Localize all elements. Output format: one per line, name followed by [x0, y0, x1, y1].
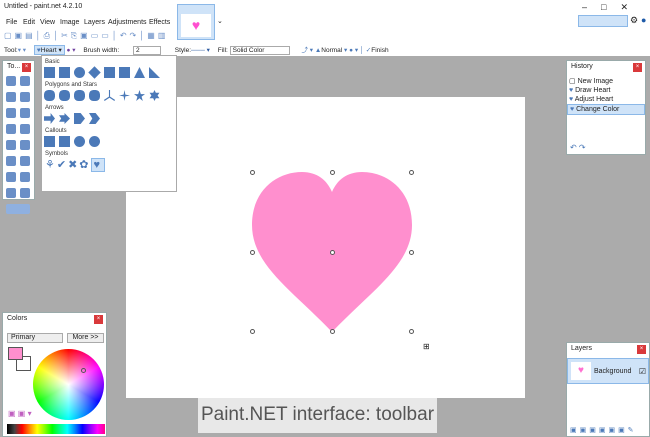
history-item[interactable]: ♥ Draw Heart [567, 86, 645, 95]
layer-thumbnail: ♥ [571, 362, 591, 380]
window-controls[interactable]: –□✕ [582, 2, 642, 13]
top-chrome: Untitled - paint.net 4.2.10 –□✕ File Edi… [0, 0, 650, 56]
fill-label: Fill: [217, 47, 228, 54]
undo-redo-icons[interactable]: ↶ ↷ [570, 143, 586, 152]
menu-edit[interactable]: Edit [23, 19, 35, 26]
section-polygons: Polygons and Stars [45, 82, 98, 88]
heart-shape-option[interactable]: ♥ [90, 158, 106, 172]
history-item-selected[interactable]: ♥ Change Color [567, 104, 645, 115]
handle[interactable] [409, 250, 414, 255]
section-symbols: Symbols [45, 151, 69, 157]
panel-toggles[interactable] [578, 15, 628, 27]
brush-width-input[interactable]: 2 [132, 46, 161, 55]
chevron-down-icon[interactable]: ⌄ [217, 17, 223, 25]
gear-icon[interactable]: ⚙ [630, 15, 638, 26]
history-item-label: Draw Heart [575, 87, 611, 94]
history-item[interactable]: ♥ Adjust Heart [567, 95, 645, 104]
menu-adjustments[interactable]: Adjustments [108, 19, 147, 26]
polygon-shapes[interactable] [42, 89, 176, 102]
layers-title: Layers [571, 345, 593, 352]
layers-panel: Layers × ♥ Background ☑ ▣▣▣▣▣▣✎ [566, 342, 650, 437]
color-mode-dropdown[interactable]: Primary [7, 333, 63, 343]
history-title: History [571, 63, 593, 70]
shapes-dropdown: Basic Polygons and Stars Arrows Callouts… [41, 55, 177, 192]
more-button[interactable]: More >> [67, 333, 104, 343]
history-item-label: Adjust Heart [574, 96, 614, 103]
menu-file[interactable]: File [6, 19, 17, 26]
handle[interactable] [250, 170, 255, 175]
handle[interactable] [250, 329, 255, 334]
palette-icons[interactable]: ▣ ▣ ▾ [8, 409, 32, 418]
menu-image[interactable]: Image [60, 19, 79, 26]
tool-options-bar: Tool:▾ ▾ ♥ Heart ▾ ● ▾ Brush width: 2 St… [4, 45, 389, 55]
history-item-label: New Image [577, 78, 613, 85]
handle[interactable] [330, 329, 335, 334]
symbol-shapes[interactable]: ⚘✔✖✿ ♥ [42, 158, 176, 172]
handle[interactable] [330, 250, 335, 255]
handle[interactable] [409, 329, 414, 334]
layer-visibility-checkbox[interactable]: ☑ [639, 367, 646, 376]
move-handle-icon[interactable]: ⊞ [423, 342, 430, 351]
handle[interactable] [330, 170, 335, 175]
history-panel: History × ▢ New Image ♥ Draw Heart ♥ Adju… [566, 60, 646, 155]
color-wheel[interactable] [33, 349, 104, 420]
handle[interactable] [250, 250, 255, 255]
window-title: Untitled - paint.net 4.2.10 [4, 3, 83, 10]
primary-color-swatch[interactable] [8, 347, 23, 360]
tools-title: To... [7, 63, 21, 70]
section-arrows: Arrows [45, 105, 64, 111]
history-list: ▢ New Image ♥ Draw Heart ♥ Adjust Heart … [567, 76, 645, 115]
basic-shapes[interactable] [42, 66, 176, 79]
history-item-label: Change Color [576, 106, 620, 113]
shape-label: Heart [40, 47, 57, 54]
callout-shapes[interactable] [42, 135, 176, 148]
close-icon[interactable]: × [633, 63, 642, 72]
thumbnail-heart-icon: ♥ [181, 14, 211, 37]
section-basic: Basic [45, 59, 60, 65]
section-callouts: Callouts [45, 128, 67, 134]
arrow-shapes[interactable] [42, 112, 176, 125]
colors-panel: Colors × Primary More >> ▣ ▣ ▾ [2, 312, 107, 437]
finish-button[interactable]: Finish [371, 47, 388, 54]
menu-bar: File Edit View Image Layers Adjustments … [0, 19, 175, 29]
layer-name: Background [594, 368, 632, 375]
style-dropdown[interactable]: ─── ▾ [191, 46, 210, 54]
tools-panel: To... × [2, 60, 35, 214]
menu-layers[interactable]: Layers [84, 19, 105, 26]
close-icon[interactable]: × [22, 63, 31, 72]
menu-view[interactable]: View [40, 19, 55, 26]
colors-title: Colors [7, 315, 28, 322]
caption: Paint.NET interface: toolbar [198, 398, 437, 433]
shape-type-icon[interactable]: ● ▾ [67, 46, 76, 54]
tool-grid[interactable] [3, 73, 34, 219]
blend-mode-dropdown[interactable]: Normal [321, 47, 342, 54]
image-thumbnail-tab[interactable]: ♥ [177, 4, 215, 40]
shape-selector[interactable]: ♥ Heart ▾ [33, 45, 65, 55]
main-toolbar[interactable]: ▢▣▤│⎙│✂⎘▣▭▭│↶↷│▦▥ [4, 31, 168, 41]
style-label: Style: [174, 47, 192, 54]
history-item[interactable]: ▢ New Image [567, 76, 645, 86]
color-wheel-cursor[interactable] [81, 368, 86, 373]
tool-label: Tool: [4, 47, 18, 54]
menu-effects[interactable]: Effects [149, 19, 170, 26]
handle[interactable] [409, 170, 414, 175]
close-icon[interactable]: × [94, 315, 103, 324]
close-icon[interactable]: × [637, 345, 646, 354]
help-icon[interactable]: ● [641, 15, 646, 25]
fill-dropdown[interactable]: Solid Color [229, 46, 290, 55]
brush-width-label: Brush width: [83, 47, 120, 54]
layer-row[interactable]: ♥ Background ☑ [567, 358, 649, 384]
